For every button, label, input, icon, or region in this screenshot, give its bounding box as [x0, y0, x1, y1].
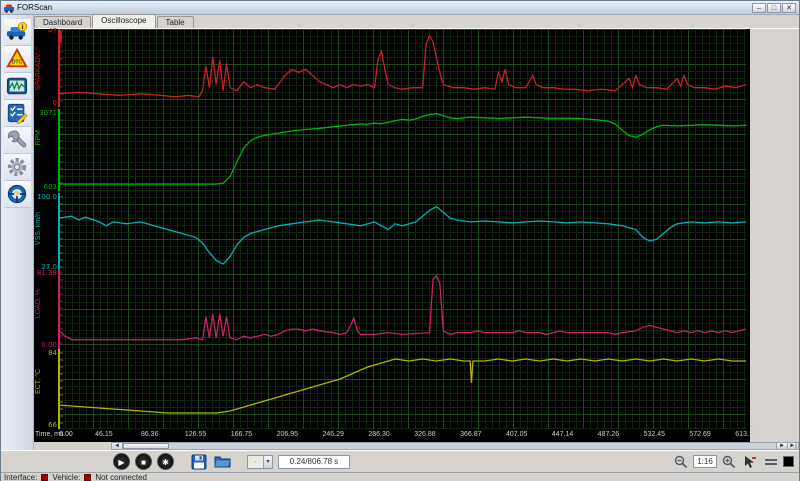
sidebar-item-configuration[interactable]: [3, 154, 31, 181]
channel-name-label: LOAD, %: [35, 289, 42, 319]
app-icon: [4, 4, 14, 13]
stop-button[interactable]: ■: [135, 453, 152, 470]
save-button[interactable]: [190, 453, 208, 471]
legend-toggle-button[interactable]: [762, 453, 780, 471]
magnifier-minus-icon: [674, 455, 688, 468]
time-axis-ticks: 0.00 46.15 86.36 126.55 166.75 206.95 246.29 28…: [58, 429, 757, 442]
sidebar-item-vehicle-info[interactable]: i: [3, 19, 31, 46]
wrench-icon: [7, 130, 27, 148]
zoom-in-button[interactable]: [720, 453, 738, 471]
maximize-button[interactable]: □: [767, 2, 781, 13]
minimize-button[interactable]: –: [752, 2, 766, 13]
time-tick-label: 206.95: [276, 431, 299, 438]
axis-value-label: 47: [48, 27, 57, 35]
time-tick-label: 46.15: [95, 431, 113, 438]
background-color-swatch[interactable]: [783, 456, 794, 467]
axis-value-label: 0.00: [41, 341, 57, 349]
time-tick-label: 407.05: [505, 431, 528, 438]
tab-bar: Dashboard Oscilloscope Table: [34, 14, 799, 29]
axis-value-label: 81.38: [36, 269, 57, 277]
axis-value-label: 100.0: [36, 193, 57, 201]
scroll-end-button[interactable]: ►|: [787, 443, 798, 449]
cursor-icon: [745, 455, 756, 468]
status-bar: Interface: Vehicle: Not connected: [1, 472, 799, 481]
load-button[interactable]: [213, 453, 231, 471]
tab-table[interactable]: Table: [156, 16, 194, 28]
channel-name-label: RPM: [35, 130, 42, 146]
interface-status-led: [41, 474, 49, 481]
axis-value-label: 84: [48, 349, 57, 357]
open-folder-icon: [214, 456, 230, 468]
svg-text:i: i: [22, 24, 24, 31]
tab-oscilloscope[interactable]: Oscilloscope: [92, 14, 156, 28]
time-scrollbar[interactable]: ◄ ► ►|: [111, 442, 799, 450]
time-axis-label: Time, ms: [35, 431, 64, 438]
scroll-left-button[interactable]: ◄: [112, 443, 123, 449]
time-tick-label: 572.69: [689, 431, 711, 438]
signal-traces: [58, 29, 746, 429]
app-window: FORScan – □ ✕ Dashboard Oscilloscope Tab…: [0, 0, 800, 481]
y-axis-labels: 47 0 SPARKADV, ° 3071 603 RPM 100.0 27.0 VSS, km…: [34, 27, 58, 429]
scrollbar-thumb[interactable]: [123, 443, 169, 449]
time-tick-label: 326.88: [414, 431, 436, 438]
sidebar-item-help[interactable]: ?: [3, 181, 31, 208]
car-info-icon: i: [6, 21, 28, 40]
tab-dashboard[interactable]: Dashboard: [34, 16, 92, 28]
sidebar-item-tests[interactable]: [3, 100, 31, 127]
interface-label: Interface:: [4, 473, 38, 481]
save-icon: [191, 454, 207, 469]
sidebar: i DTC ?: [1, 15, 34, 450]
channel-name-label: SPARKADV, °: [35, 47, 42, 91]
axis-value-label: 66: [48, 421, 57, 429]
time-tick-label: 613.15: [735, 431, 757, 438]
steering-wheel-help-icon: ?: [7, 184, 27, 204]
oscilloscope-chart: 47 0 SPARKADV, ° 3071 603 RPM 100.0 27.0 VSS, km…: [34, 27, 757, 442]
axis-value-label: 0: [52, 99, 57, 107]
close-button[interactable]: ✕: [782, 2, 796, 13]
axis-value-label: 3071: [39, 109, 57, 117]
channel-name-label: VSS, km/h: [35, 212, 42, 246]
time-tick-label: 166.75: [230, 431, 253, 438]
play-button[interactable]: ▶: [113, 453, 130, 470]
connection-status: Not connected: [95, 473, 147, 481]
cursor-tool-button[interactable]: [741, 453, 759, 471]
tests-checklist-icon: [7, 103, 28, 124]
time-tick-label: 246.29: [322, 431, 344, 438]
time-tick-label: 487.26: [597, 431, 620, 438]
vehicle-status-led: [84, 474, 92, 481]
dtc-warning-icon: DTC: [6, 48, 28, 68]
oscilloscope-icon: [6, 77, 28, 95]
time-tick-label: 447.14: [551, 431, 574, 438]
sidebar-item-service[interactable]: [3, 127, 31, 154]
zoom-out-button[interactable]: [672, 453, 690, 471]
lines-icon: [765, 458, 777, 465]
vehicle-label: Vehicle:: [52, 473, 81, 481]
sidebar-item-oscilloscope[interactable]: [3, 73, 31, 100]
svg-text:?: ?: [15, 189, 20, 198]
time-tick-label: 366.87: [460, 431, 482, 438]
gear-icon: [7, 157, 27, 177]
time-position-field[interactable]: 0.24/806.78 s: [278, 454, 350, 469]
zoom-ratio-field[interactable]: 1:16: [693, 455, 717, 468]
scroll-right-button[interactable]: ►: [776, 443, 787, 449]
plot-area[interactable]: [58, 29, 746, 429]
axis-value-label: 603: [43, 183, 57, 191]
magnifier-plus-icon: [722, 455, 736, 468]
scrollbar-track[interactable]: [169, 443, 776, 449]
oscilloscope-toolbar: ▶ ■ ✱ - ▾ 0.24/806.78 s 1:16: [1, 450, 799, 472]
sample-step-select[interactable]: - ▾: [247, 454, 273, 469]
window-title: FORScan: [17, 3, 53, 12]
sidebar-item-dtc[interactable]: DTC: [3, 46, 31, 73]
time-tick-label: 126.55: [184, 431, 207, 438]
time-tick-label: 532.45: [643, 431, 665, 438]
time-tick-label: 86.36: [140, 431, 159, 438]
chevron-down-icon: ▾: [263, 455, 272, 468]
svg-text:DTC: DTC: [12, 60, 23, 66]
time-tick-label: 286.30: [368, 431, 390, 438]
title-bar: FORScan – □ ✕: [1, 1, 799, 15]
record-settings-button[interactable]: ✱: [157, 453, 174, 470]
channel-name-label: ECT, °C: [35, 369, 42, 394]
